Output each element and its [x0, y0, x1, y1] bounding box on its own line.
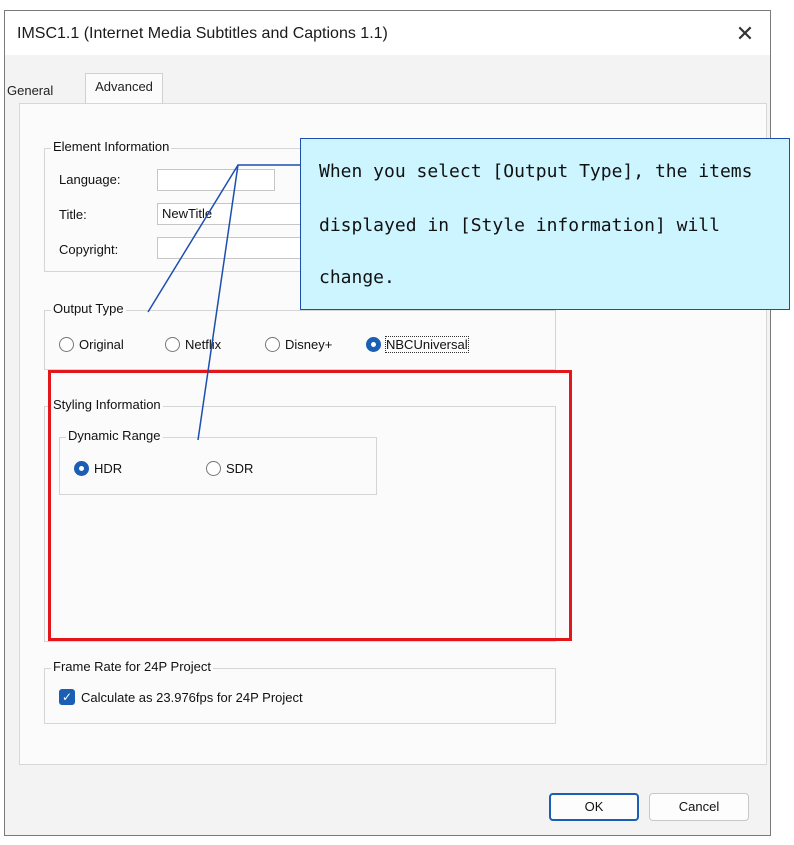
callout-leader-lines: [147, 164, 300, 441]
leader-to-output-type: [147, 164, 300, 313]
leader-to-styling: [197, 164, 239, 441]
